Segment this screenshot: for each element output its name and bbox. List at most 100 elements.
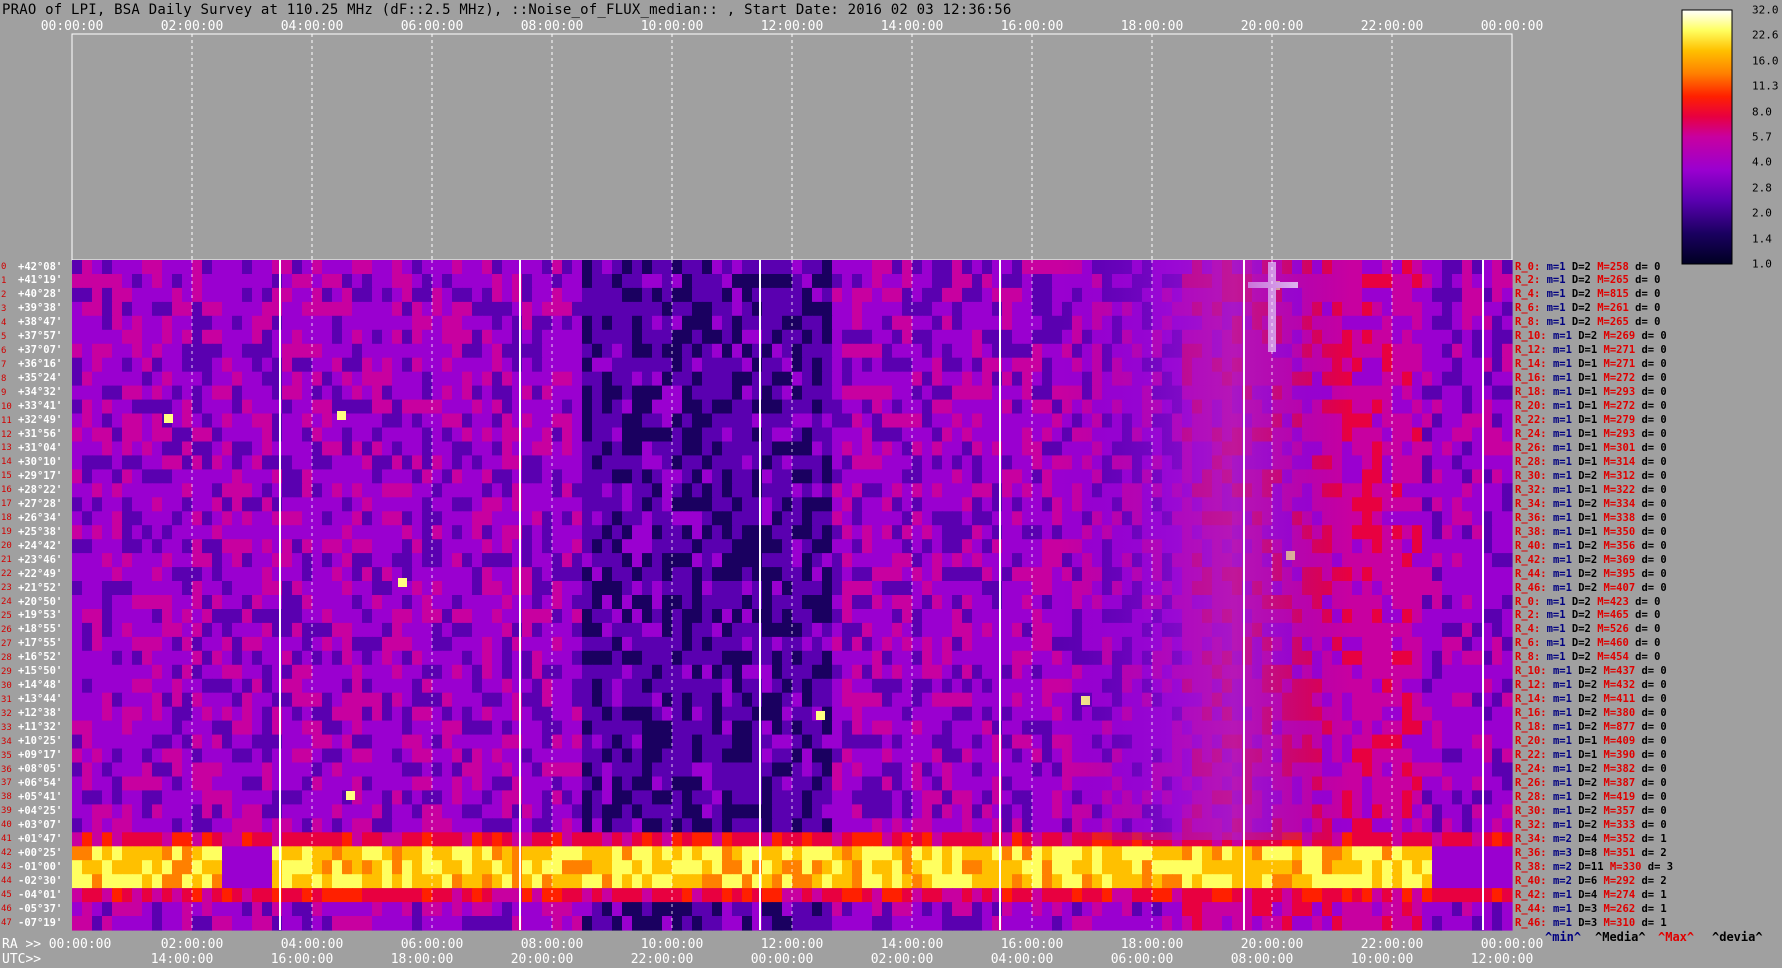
heatmap-cell [292, 413, 303, 429]
heatmap-cell [642, 692, 653, 708]
heatmap-cell [1042, 385, 1053, 401]
heatmap-cell [112, 371, 123, 387]
heatmap-cell [702, 260, 713, 275]
heatmap-cell [1402, 455, 1413, 470]
heatmap-cell [222, 427, 233, 443]
heatmap-cell [182, 385, 193, 401]
heatmap-cell [942, 553, 953, 568]
heatmap-cell [592, 315, 603, 331]
heatmap-cell [822, 357, 833, 373]
heatmap-cell [202, 539, 213, 554]
heatmap-cell [872, 385, 883, 401]
heatmap-cell [222, 567, 233, 582]
heatmap-cell [1402, 636, 1413, 652]
heatmap-cell [1412, 483, 1423, 498]
heatmap-cell [1372, 399, 1383, 415]
heatmap-cell [152, 497, 163, 512]
heatmap-cell [792, 706, 803, 722]
heatmap-cell [422, 315, 433, 331]
heatmap-cell [222, 357, 233, 373]
heatmap-cell [842, 636, 853, 652]
heatmap-cell [92, 469, 103, 484]
heatmap-cell [162, 525, 173, 540]
heatmap-cell [822, 427, 833, 443]
heatmap-cell [72, 329, 83, 345]
heatmap-cell [102, 581, 113, 596]
heatmap-cell [1462, 720, 1473, 736]
heatmap-cell [742, 734, 753, 750]
heatmap-cell [162, 636, 173, 652]
heatmap-cell [1012, 692, 1023, 708]
heatmap-cell [562, 315, 573, 331]
heatmap-cell [82, 413, 93, 429]
heatmap-cell [452, 511, 463, 526]
heatmap-cell [412, 413, 423, 429]
heatmap-cell [622, 427, 633, 443]
heatmap-cell [1502, 371, 1513, 387]
heatmap-cell [672, 720, 683, 736]
heatmap-cell [152, 664, 163, 680]
heatmap-cell [1372, 287, 1383, 303]
heatmap-cell [1382, 441, 1393, 457]
heatmap-cell [562, 678, 573, 694]
heatmap-cell [1422, 595, 1433, 610]
heatmap-cell [832, 650, 843, 666]
heatmap-cell [712, 371, 723, 387]
heatmap-cell [312, 734, 323, 750]
heatmap-cell [972, 301, 983, 317]
heatmap-cell [572, 413, 583, 429]
heatmap-cell [1402, 609, 1413, 624]
heatmap-cell [92, 650, 103, 666]
heatmap-cell [1042, 664, 1053, 680]
heatmap-cell [542, 385, 553, 401]
heatmap-cell [112, 525, 123, 540]
heatmap-cell [992, 483, 1003, 498]
heatmap-cell [172, 650, 183, 666]
heatmap-cell [1362, 622, 1373, 638]
heatmap-cell [592, 455, 603, 470]
heatmap-cell [412, 385, 423, 401]
heatmap-cell [1492, 567, 1503, 582]
heatmap-cell [952, 399, 963, 415]
heatmap-cell [492, 497, 503, 512]
heatmap-cell [462, 595, 473, 610]
heatmap-cell [492, 455, 503, 470]
heatmap-cell [1442, 427, 1453, 443]
heatmap-cell [922, 497, 933, 512]
heatmap-cell [642, 720, 653, 736]
heatmap-cell [312, 539, 323, 554]
heatmap-cell [782, 301, 793, 317]
heatmap-cell [712, 427, 723, 443]
heatmap-cell [1382, 260, 1393, 275]
heatmap-cell [302, 413, 313, 429]
heatmap-cell [582, 413, 593, 429]
heatmap-cell [1442, 301, 1453, 317]
heatmap-cell [382, 455, 393, 470]
heatmap-cell [192, 539, 203, 554]
heatmap-cell [382, 678, 393, 694]
heatmap-cell [792, 455, 803, 470]
heatmap-cell [622, 553, 633, 568]
heatmap-cell [1352, 260, 1363, 275]
heatmap-cell [972, 413, 983, 429]
heatmap-cell [492, 399, 503, 415]
heatmap-cell [602, 343, 613, 359]
heatmap-cell [612, 553, 623, 568]
heatmap-cell [1392, 287, 1403, 303]
heatmap-cell [702, 427, 713, 443]
heatmap-cell [992, 539, 1003, 554]
heatmap-cell [802, 692, 813, 708]
heatmap-cell [472, 650, 483, 666]
heatmap-cell [702, 413, 713, 429]
heatmap-cell [862, 274, 873, 289]
heatmap-cell [132, 650, 143, 666]
heatmap-cell [302, 455, 313, 470]
heatmap-cell [972, 678, 983, 694]
heatmap-cell [702, 706, 713, 722]
heatmap-cell [482, 371, 493, 387]
heatmap-cell [992, 497, 1003, 512]
heatmap-cell [352, 497, 363, 512]
heatmap-cell [1502, 469, 1513, 484]
heatmap-cell [562, 287, 573, 303]
heatmap-cell [92, 301, 103, 317]
